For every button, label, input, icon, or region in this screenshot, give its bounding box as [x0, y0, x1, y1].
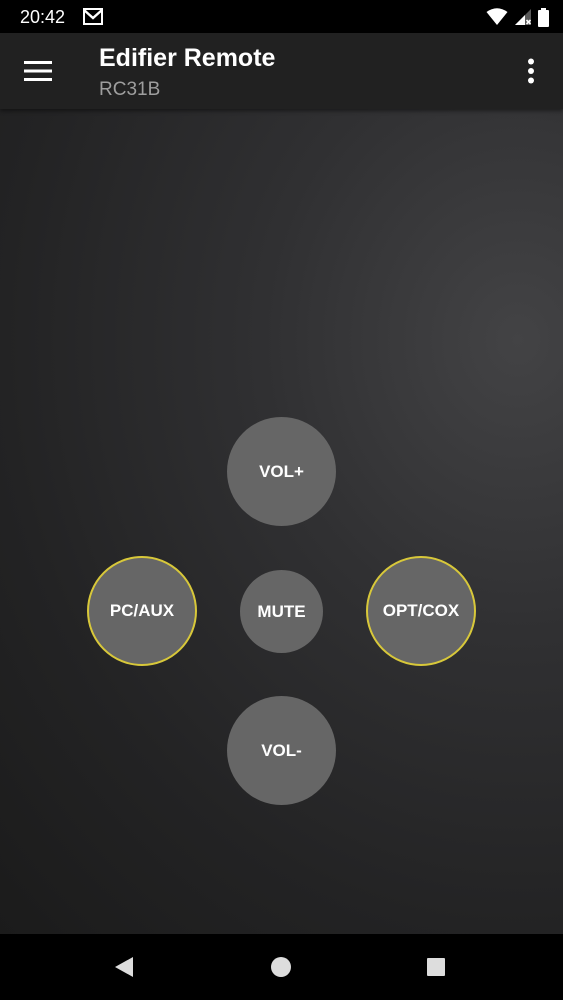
app-subtitle: RC31B	[99, 79, 161, 100]
app-screen: 20:42 Edifier Remote RC31B VOL+ PC/AUX M…	[0, 0, 563, 1000]
app-bar: Edifier Remote RC31B	[0, 33, 563, 109]
home-icon	[271, 957, 291, 977]
home-button[interactable]	[261, 947, 301, 987]
navigation-bar	[0, 934, 563, 1000]
menu-button[interactable]	[16, 49, 60, 93]
status-bar: 20:42	[0, 0, 563, 33]
hamburger-menu-icon	[24, 61, 52, 81]
status-time: 20:42	[20, 7, 66, 27]
mute-button[interactable]: MUTE	[240, 570, 323, 653]
recents-button[interactable]	[416, 947, 456, 987]
overflow-menu-button[interactable]	[509, 49, 553, 93]
back-icon	[115, 957, 133, 977]
pc-aux-input-button[interactable]: PC/AUX	[87, 556, 197, 666]
remote-panel: VOL+ PC/AUX MUTE OPT/COX VOL-	[0, 109, 563, 934]
battery-icon	[538, 7, 549, 27]
cell-signal-icon	[515, 9, 532, 25]
more-vert-icon	[528, 58, 534, 84]
back-button[interactable]	[104, 947, 144, 987]
volume-up-button[interactable]: VOL+	[227, 417, 336, 526]
app-title: Edifier Remote	[99, 44, 276, 72]
recents-icon	[427, 958, 445, 976]
opt-cox-input-button[interactable]: OPT/COX	[366, 556, 476, 666]
status-icons	[486, 6, 549, 28]
wifi-icon	[486, 8, 508, 25]
gmail-icon	[83, 8, 103, 25]
volume-down-button[interactable]: VOL-	[227, 696, 336, 805]
